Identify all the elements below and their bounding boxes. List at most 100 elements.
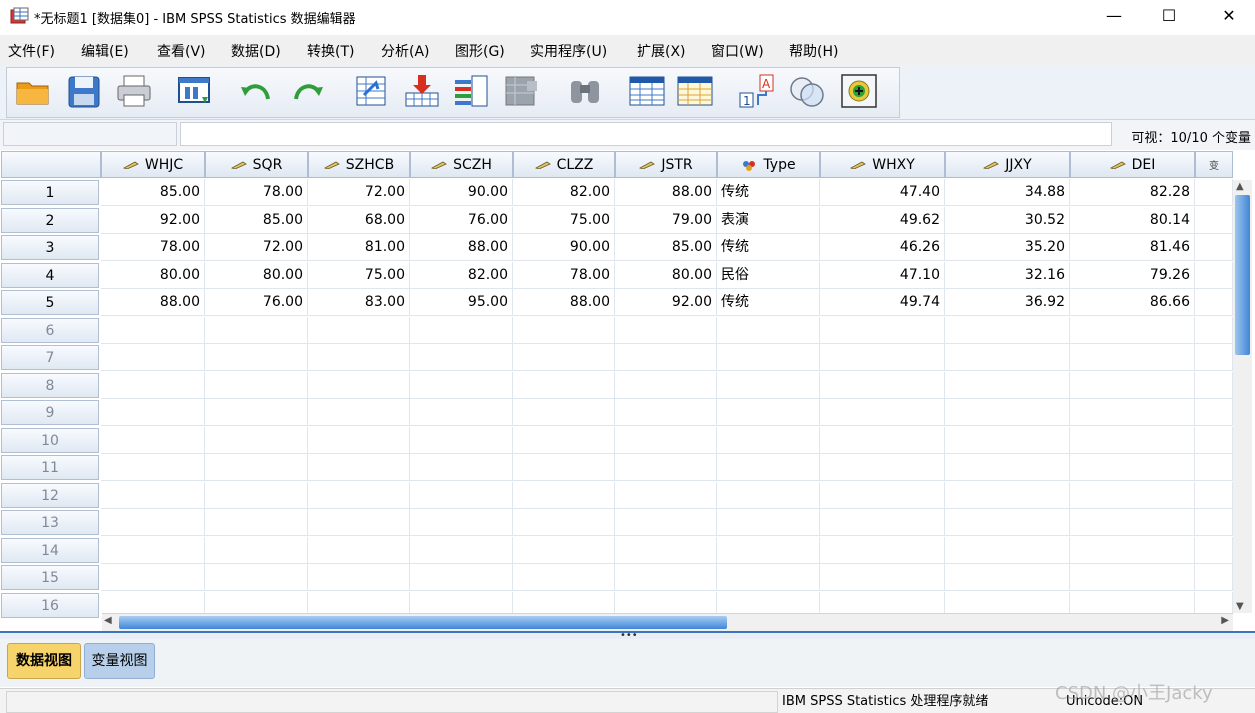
data-cell[interactable]: 传统 [717, 234, 820, 261]
data-cell[interactable] [717, 481, 820, 509]
data-cell[interactable] [945, 481, 1070, 509]
data-cell[interactable] [513, 454, 615, 481]
data-cell[interactable]: 85.00 [205, 206, 308, 234]
data-cell[interactable]: 92.00 [615, 289, 717, 316]
data-cell[interactable]: 47.40 [820, 179, 945, 206]
redo-icon[interactable] [288, 73, 326, 109]
row-header[interactable]: 13 [1, 510, 99, 535]
data-cell[interactable] [615, 344, 717, 371]
column-header-10[interactable]: DEI [1070, 151, 1195, 178]
data-cell[interactable] [308, 509, 410, 536]
menu-edit[interactable]: 编辑(E) [81, 41, 129, 61]
data-cell[interactable] [513, 481, 615, 509]
menu-data[interactable]: 数据(D) [231, 41, 281, 61]
data-cell[interactable] [1195, 426, 1233, 454]
data-cell[interactable] [1195, 371, 1233, 399]
column-header-8[interactable]: WHXY [820, 151, 945, 178]
data-cell[interactable] [513, 399, 615, 426]
row-header[interactable]: 2 [1, 207, 99, 233]
variables-icon[interactable] [453, 73, 491, 109]
data-cell[interactable] [945, 536, 1070, 564]
menu-utilities[interactable]: 实用程序(U) [530, 41, 607, 61]
data-cell[interactable] [410, 344, 513, 371]
data-cell[interactable]: 88.00 [513, 289, 615, 316]
column-header-4[interactable]: SCZH [410, 151, 513, 178]
data-cell[interactable]: 72.00 [308, 179, 410, 206]
data-cell[interactable] [410, 564, 513, 591]
data-cell[interactable] [1195, 481, 1233, 509]
data-cell[interactable]: 80.14 [1070, 206, 1195, 234]
menu-window[interactable]: 窗口(W) [711, 41, 764, 61]
menu-transform[interactable]: 转换(T) [307, 41, 354, 61]
data-cell[interactable] [820, 426, 945, 454]
data-cell[interactable] [101, 344, 205, 371]
data-cell[interactable] [410, 371, 513, 399]
data-cell[interactable]: 30.52 [945, 206, 1070, 234]
data-cell[interactable] [615, 509, 717, 536]
data-cell[interactable] [205, 316, 308, 344]
row-header[interactable]: 3 [1, 235, 99, 260]
undo-icon[interactable] [238, 73, 276, 109]
data-cell[interactable] [205, 399, 308, 426]
data-cell[interactable] [1195, 564, 1233, 591]
data-cell[interactable] [1070, 481, 1195, 509]
data-cell[interactable]: 49.62 [820, 206, 945, 234]
data-cell[interactable] [615, 399, 717, 426]
data-cell[interactable]: 79.00 [615, 206, 717, 234]
data-cell[interactable]: 49.74 [820, 289, 945, 316]
data-cell[interactable] [1195, 206, 1233, 234]
data-cell[interactable]: 83.00 [308, 289, 410, 316]
data-cell[interactable] [717, 509, 820, 536]
data-cell[interactable] [513, 316, 615, 344]
data-cell[interactable] [410, 536, 513, 564]
data-cell[interactable] [717, 454, 820, 481]
data-cell[interactable]: 78.00 [205, 179, 308, 206]
data-cell[interactable] [717, 536, 820, 564]
open-icon[interactable] [14, 73, 52, 109]
data-cell[interactable]: 46.26 [820, 234, 945, 261]
data-cell[interactable]: 36.92 [945, 289, 1070, 316]
tab-data-view[interactable]: 数据视图 [7, 643, 81, 679]
data-cell[interactable]: 88.00 [101, 289, 205, 316]
data-cell[interactable] [308, 481, 410, 509]
data-cell[interactable]: 75.00 [513, 206, 615, 234]
data-cell[interactable]: 34.88 [945, 179, 1070, 206]
data-cell[interactable]: 85.00 [101, 179, 205, 206]
data-cell[interactable] [1070, 344, 1195, 371]
insert-cases-icon[interactable] [628, 73, 666, 109]
column-header-5[interactable]: CLZZ [513, 151, 615, 178]
data-cell[interactable] [101, 454, 205, 481]
data-cell[interactable] [410, 509, 513, 536]
column-header-2[interactable]: SQR [205, 151, 308, 178]
data-cell[interactable] [717, 399, 820, 426]
data-cell[interactable] [205, 454, 308, 481]
data-cell[interactable] [513, 536, 615, 564]
data-cell[interactable] [1070, 509, 1195, 536]
data-cell[interactable] [410, 399, 513, 426]
data-cell[interactable] [101, 564, 205, 591]
data-cell[interactable]: 86.66 [1070, 289, 1195, 316]
data-cell[interactable]: 47.10 [820, 261, 945, 289]
data-cell[interactable] [820, 399, 945, 426]
data-cell[interactable] [1195, 454, 1233, 481]
data-cell[interactable]: 90.00 [410, 179, 513, 206]
menu-help[interactable]: 帮助(H) [789, 41, 838, 61]
column-header-3[interactable]: SZHCB [308, 151, 410, 178]
data-cell[interactable]: 82.00 [410, 261, 513, 289]
data-cell[interactable]: 78.00 [513, 261, 615, 289]
data-cell[interactable] [1195, 289, 1233, 316]
data-cell[interactable] [101, 536, 205, 564]
data-cell[interactable]: 78.00 [101, 234, 205, 261]
data-cell[interactable] [513, 509, 615, 536]
data-cell[interactable] [945, 564, 1070, 591]
save-icon[interactable] [65, 73, 103, 109]
data-cell[interactable] [820, 564, 945, 591]
data-cell[interactable] [1070, 536, 1195, 564]
data-cell[interactable] [945, 344, 1070, 371]
data-cell[interactable]: 75.00 [308, 261, 410, 289]
row-header[interactable]: 10 [1, 427, 99, 453]
data-cell[interactable] [308, 316, 410, 344]
vertical-scrollbar[interactable]: ▲ ▼ [1233, 180, 1252, 613]
data-cell[interactable] [820, 316, 945, 344]
data-cell[interactable] [1195, 179, 1233, 206]
